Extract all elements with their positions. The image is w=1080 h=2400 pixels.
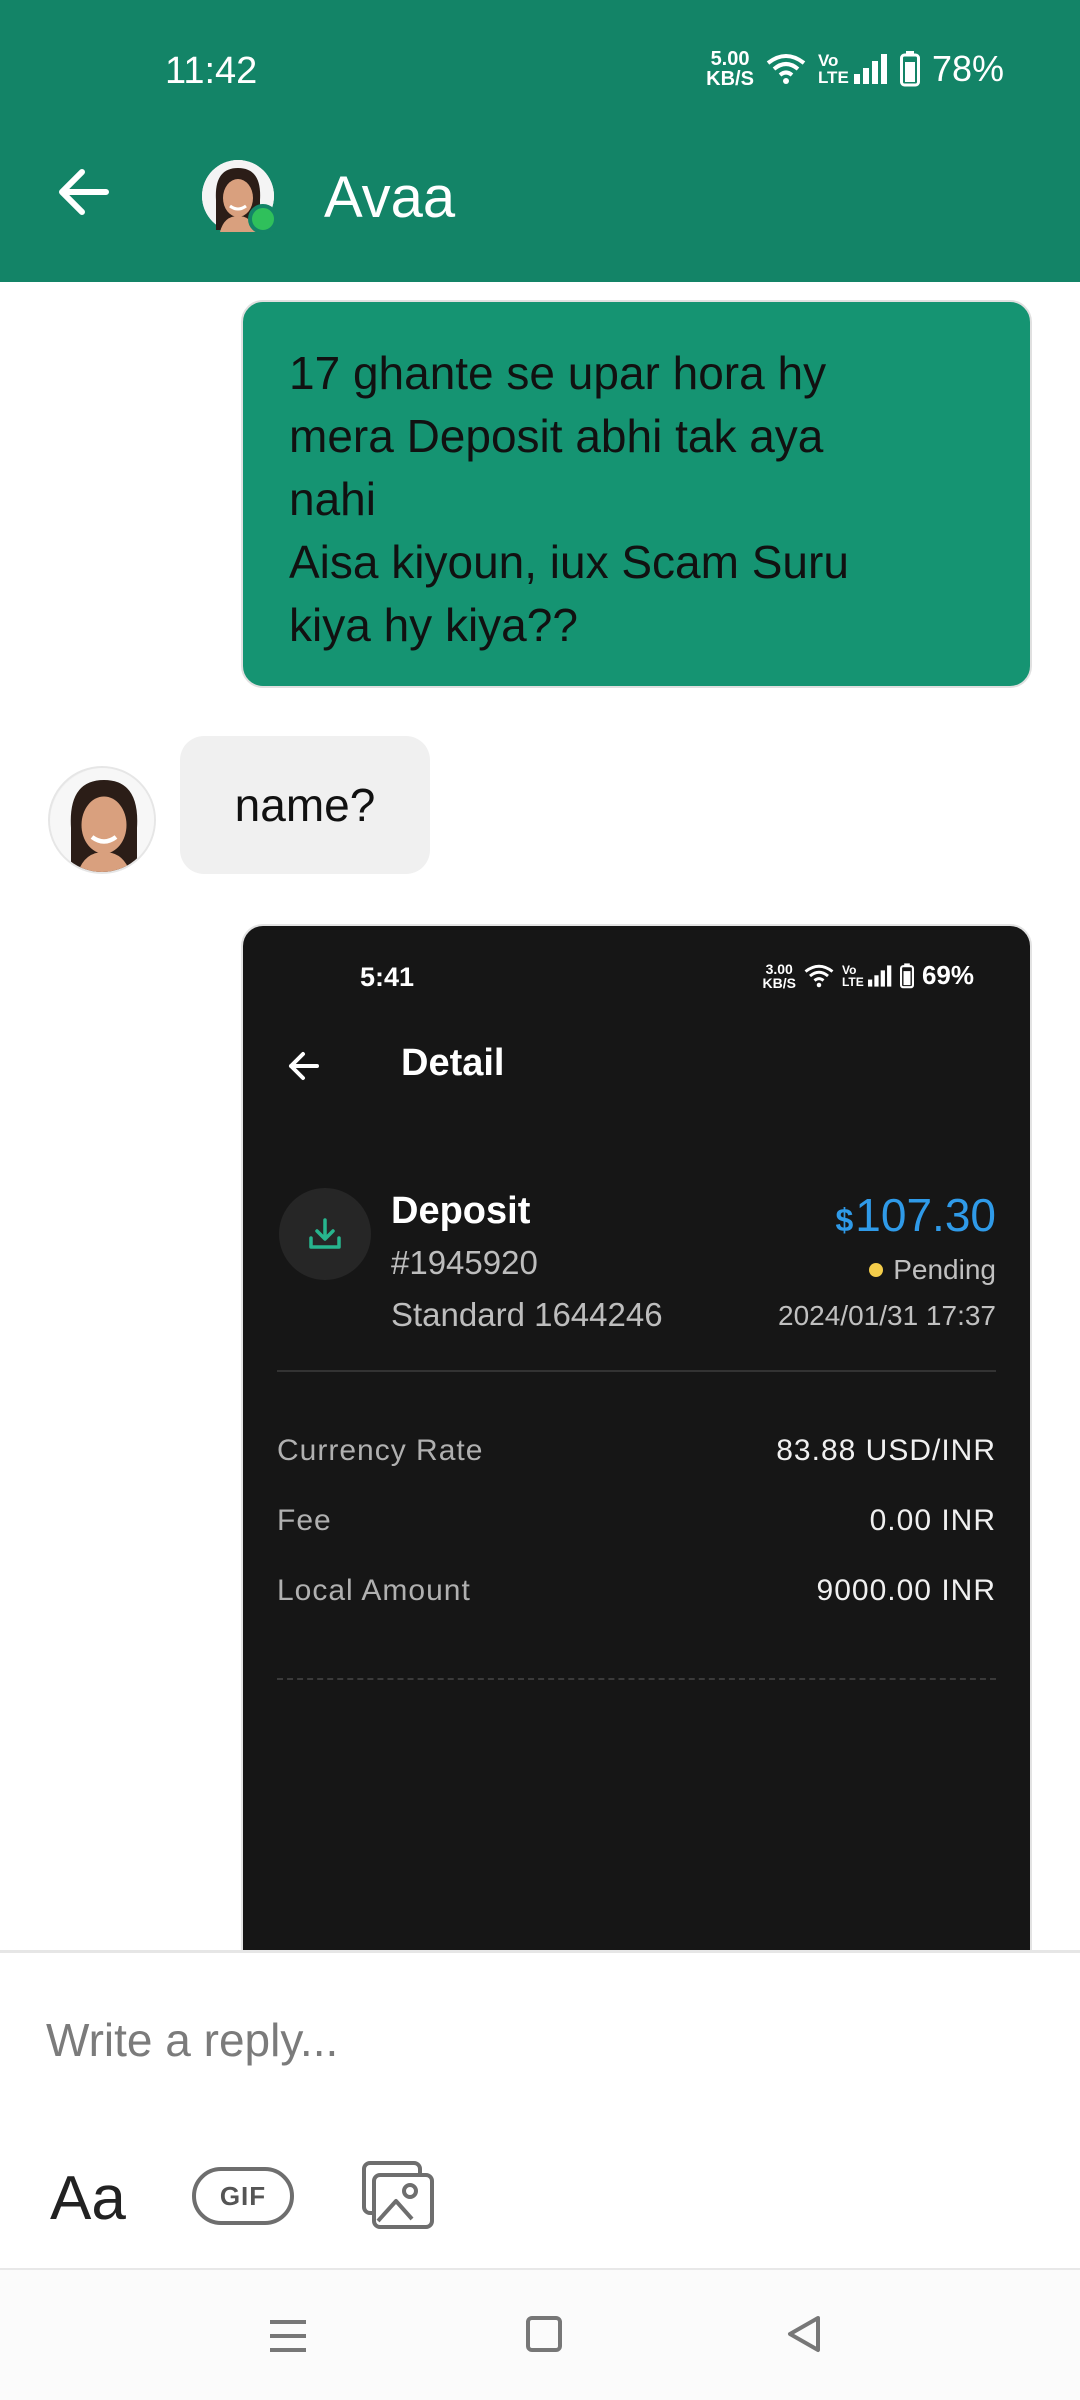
deposit-status: Pending xyxy=(869,1254,996,1286)
detail-row: Local Amount 9000.00 INR xyxy=(277,1574,996,1608)
pending-dot xyxy=(869,1263,884,1277)
status-time: 11:42 xyxy=(165,50,258,92)
battery-level: 78% xyxy=(931,48,1004,89)
menu-icon[interactable] xyxy=(268,2316,308,2356)
gif-button[interactable]: GIF xyxy=(192,2167,294,2225)
detail-label: Fee xyxy=(277,1504,332,1537)
attachment-status-icons: 3.00 KB/S Vo LTE 69% xyxy=(763,960,975,991)
attachment-volte: Vo LTE xyxy=(841,962,864,989)
chat-title[interactable]: Avaa xyxy=(324,164,455,231)
dashed-divider xyxy=(277,1678,996,1680)
currency-symbol: $ xyxy=(835,1202,854,1238)
chat-header: 11:42 5.00 KB/S Vo LTE 78% Avaa xyxy=(0,0,1080,282)
agent-avatar[interactable] xyxy=(48,766,156,874)
contact-avatar[interactable] xyxy=(202,160,278,234)
home-square-icon[interactable] xyxy=(526,2316,562,2352)
detail-row: Currency Rate 83.88 USD/INR xyxy=(277,1434,996,1468)
message-line: nahi xyxy=(289,473,376,525)
signal-icon xyxy=(867,964,892,987)
signal-icon xyxy=(853,54,887,84)
detail-label: Local Amount xyxy=(277,1574,471,1607)
volte-indicator: Vo LTE xyxy=(817,51,849,87)
attachment-network-speed: 3.00 KB/S xyxy=(762,960,796,991)
account-label: Standard 1644246 xyxy=(391,1296,663,1333)
back-arrow-icon xyxy=(289,1052,319,1080)
deposit-id: #1945920 xyxy=(391,1244,538,1281)
triangle-back-icon[interactable] xyxy=(784,2314,824,2354)
battery-icon xyxy=(899,962,914,988)
avatar-portrait-icon xyxy=(50,768,154,872)
status-text: Pending xyxy=(893,1254,996,1285)
network-speed: 5.00 KB/S xyxy=(706,48,754,90)
detail-value: 9000.00 INR xyxy=(816,1574,996,1607)
detail-value: 83.88 USD/INR xyxy=(776,1434,996,1467)
attached-screenshot[interactable]: 5:41 3.00 KB/S Vo LTE 69% Detail Deposit… xyxy=(241,924,1032,1950)
amount-value: 107.30 xyxy=(855,1189,996,1241)
detail-label: Currency Rate xyxy=(277,1434,484,1467)
message-line: mera Deposit abhi tak aya xyxy=(289,410,824,462)
image-gallery-icon[interactable] xyxy=(360,2159,436,2231)
message-line: kiya hy kiya?? xyxy=(289,599,578,651)
outgoing-message[interactable]: 17 ghante se upar hora hy mera Deposit a… xyxy=(241,300,1032,688)
wifi-icon xyxy=(766,54,806,84)
detail-row: Fee 0.00 INR xyxy=(277,1504,996,1538)
deposit-amount: $107.30 xyxy=(836,1188,997,1242)
system-nav-bar xyxy=(0,2268,1080,2400)
wifi-icon xyxy=(804,964,834,987)
incoming-message[interactable]: name? xyxy=(180,736,430,874)
status-icons: 5.00 KB/S Vo LTE 78% xyxy=(706,48,1004,90)
divider xyxy=(277,1370,996,1372)
attachment-battery-level: 69% xyxy=(921,960,974,990)
reply-composer: Aa GIF xyxy=(0,1950,1080,2268)
attachment-title: Detail xyxy=(401,1042,505,1084)
reply-input[interactable] xyxy=(46,2005,1026,2075)
text-format-button[interactable]: Aa xyxy=(50,2163,126,2234)
deposit-icon-wrap xyxy=(279,1188,371,1280)
deposit-datetime: 2024/01/31 17:37 xyxy=(778,1300,996,1331)
battery-icon xyxy=(899,51,920,87)
message-line: 17 ghante se upar hora hy xyxy=(289,347,827,399)
attachment-status-time: 5:41 xyxy=(360,962,415,992)
online-status-dot xyxy=(248,204,278,234)
back-arrow-icon[interactable] xyxy=(52,160,116,224)
detail-value: 0.00 INR xyxy=(869,1504,996,1537)
deposit-label: Deposit xyxy=(391,1190,531,1232)
message-line: Aisa kiyoun, iux Scam Suru xyxy=(289,536,849,588)
download-tray-icon xyxy=(309,1218,341,1249)
